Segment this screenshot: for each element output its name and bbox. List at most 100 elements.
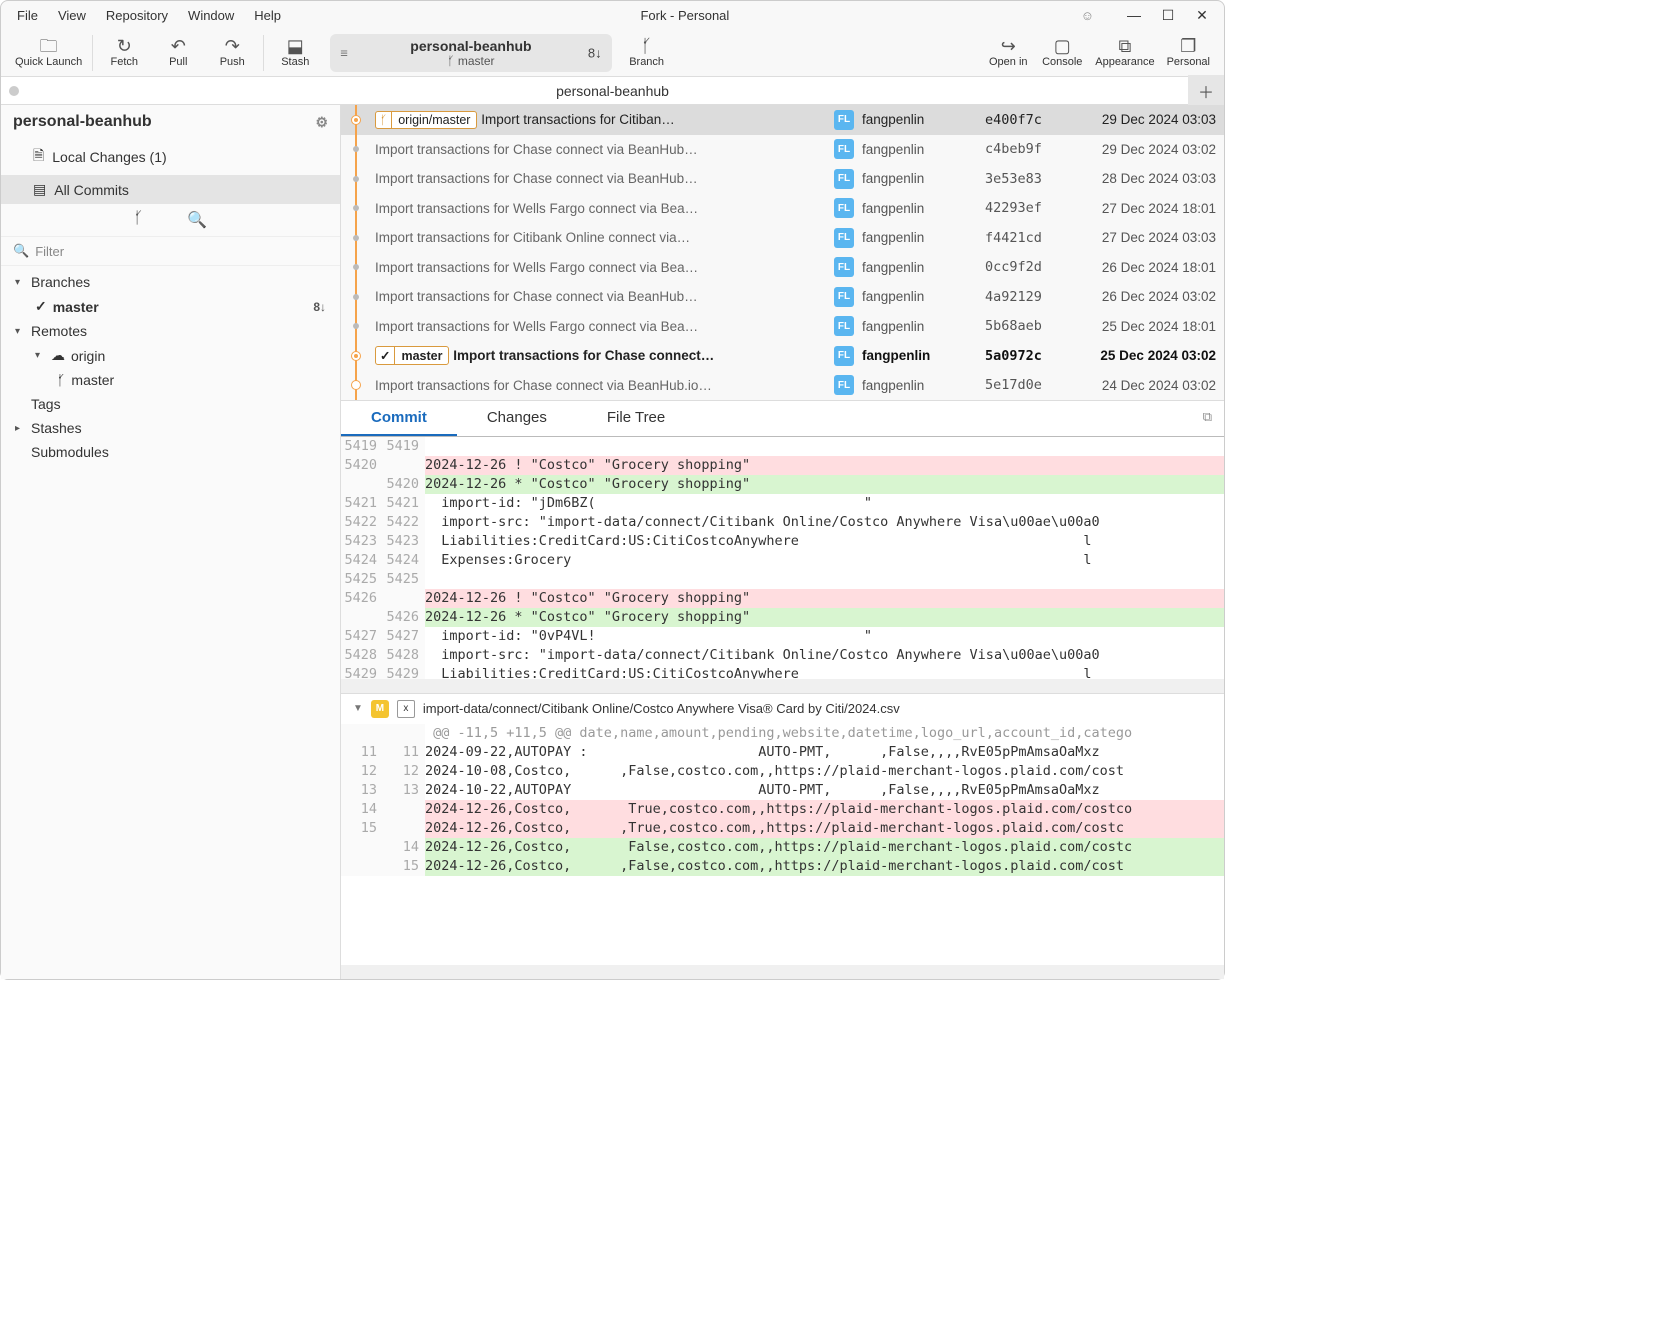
menu-icon: ≡: [340, 45, 348, 60]
commit-date: 25 Dec 2024 03:02: [1071, 348, 1216, 363]
commit-row[interactable]: Import transactions for Wells Fargo conn…: [341, 194, 1224, 224]
commit-row[interactable]: Import transactions for Wells Fargo conn…: [341, 312, 1224, 342]
commit-row[interactable]: ✓master Import transactions for Chase co…: [341, 341, 1224, 371]
branch-icon: ᚶ: [641, 37, 652, 55]
diff-line: 142024-12-26,Costco, False,costco.com,,h…: [341, 838, 1224, 857]
sidebar-all-commits[interactable]: ▤ All Commits: [1, 175, 340, 204]
commit-author: fangpenlin: [862, 171, 977, 186]
diff-line: 142024-12-26,Costco, True,costco.com,,ht…: [341, 800, 1224, 819]
folder-icon: 🗀: [40, 37, 58, 55]
filter-input[interactable]: Filter: [35, 244, 64, 259]
new-tab-button[interactable]: ＋: [1188, 75, 1224, 107]
repo-name: personal-beanhub: [410, 38, 531, 54]
cloud-icon: ☁: [51, 347, 65, 364]
avatar: FL: [834, 257, 854, 277]
avatar: FL: [834, 287, 854, 307]
tree-stashes[interactable]: ▸Stashes: [1, 416, 340, 440]
commit-author: fangpenlin: [862, 201, 977, 216]
open-in-icon: ↪: [1001, 37, 1016, 55]
commit-hash: 4a92129: [985, 289, 1063, 305]
commit-message: Import transactions for Wells Fargo conn…: [375, 319, 826, 334]
avatar: FL: [834, 139, 854, 159]
close-button[interactable]: ✕: [1188, 7, 1216, 24]
branch-badge: ✓master: [375, 346, 449, 365]
commit-row[interactable]: Import transactions for Chase connect vi…: [341, 164, 1224, 194]
personal-button[interactable]: ❐Personal: [1161, 35, 1216, 70]
commit-row[interactable]: ᚶorigin/master Import transactions for C…: [341, 105, 1224, 135]
diff-view-2[interactable]: @@ -11,5 +11,5 @@ date,name,amount,pendi…: [341, 724, 1224, 966]
diff-view[interactable]: 5419541954202024-12-26 ! "Costco" "Groce…: [341, 437, 1224, 679]
commit-row[interactable]: Import transactions for Chase connect vi…: [341, 371, 1224, 401]
gear-icon[interactable]: ⚙: [315, 114, 328, 131]
commit-message: Import transactions for Chase connect vi…: [375, 289, 826, 304]
stack-icon: ▤: [33, 181, 46, 198]
detail-tab-file-tree[interactable]: File Tree: [577, 401, 695, 436]
stash-button[interactable]: ⬓Stash: [268, 35, 322, 70]
file-path: import-data/connect/Citibank Online/Cost…: [423, 701, 900, 716]
diff-line: 54262024-12-26 * "Costco" "Grocery shopp…: [341, 608, 1224, 627]
detail-tab-changes[interactable]: Changes: [457, 401, 577, 436]
open-in-button[interactable]: ↪Open in: [981, 35, 1035, 70]
detail-tab-commit[interactable]: Commit: [341, 401, 457, 436]
tab-name[interactable]: personal-beanhub: [556, 83, 669, 99]
spreadsheet-icon: x: [397, 700, 415, 718]
diff-line: 54285428 import-src: "import-data/connec…: [341, 646, 1224, 665]
commit-message: ✓master Import transactions for Chase co…: [375, 346, 826, 365]
menu-view[interactable]: View: [50, 4, 94, 27]
commit-date: 28 Dec 2024 03:03: [1071, 171, 1216, 186]
commit-author: fangpenlin: [862, 230, 977, 245]
tree-tags[interactable]: ▾Tags: [1, 392, 340, 416]
maximize-button[interactable]: ☐: [1154, 7, 1182, 24]
minimize-button[interactable]: —: [1120, 7, 1148, 23]
branch-button[interactable]: ᚶBranch: [620, 35, 674, 70]
commit-message: Import transactions for Wells Fargo conn…: [375, 201, 826, 216]
sidebar-local-changes[interactable]: 🗎 Local Changes (1): [1, 139, 340, 175]
console-button[interactable]: ▢Console: [1035, 35, 1089, 70]
diff-line: 54195419: [341, 437, 1224, 456]
diff-line: 54262024-12-26 ! "Costco" "Grocery shopp…: [341, 589, 1224, 608]
diff-line: 11112024-09-22,AUTOPAY : AUTO-PMT, ,Fals…: [341, 743, 1224, 762]
commit-message: Import transactions for Chase connect vi…: [375, 142, 826, 157]
commit-row[interactable]: Import transactions for Chase connect vi…: [341, 135, 1224, 165]
tree-branch-master[interactable]: ✓master8↓: [1, 294, 340, 319]
avatar: FL: [834, 316, 854, 336]
commit-date: 24 Dec 2024 03:02: [1071, 378, 1216, 393]
tree-remotes[interactable]: ▾Remotes: [1, 319, 340, 343]
commit-author: fangpenlin: [862, 378, 977, 393]
fetch-button[interactable]: ↻Fetch: [97, 35, 151, 70]
search-icon[interactable]: 🔍: [187, 210, 207, 230]
menu-file[interactable]: File: [9, 4, 46, 27]
commit-date: 29 Dec 2024 03:03: [1071, 112, 1216, 127]
popout-icon[interactable]: ⧉: [1191, 401, 1224, 436]
appearance-icon: ⧉: [1118, 37, 1131, 55]
push-button[interactable]: ↷Push: [205, 35, 259, 70]
tree-remote-master[interactable]: ᚶmaster: [1, 368, 340, 392]
commit-row[interactable]: Import transactions for Citibank Online …: [341, 223, 1224, 253]
tree-submodules[interactable]: ▾Submodules: [1, 440, 340, 464]
quick-launch-button[interactable]: 🗀Quick Launch: [9, 35, 88, 70]
commit-list[interactable]: ᚶorigin/master Import transactions for C…: [341, 105, 1224, 400]
horizontal-scrollbar-2[interactable]: [341, 965, 1224, 979]
menu-repository[interactable]: Repository: [98, 4, 176, 27]
tree-branches[interactable]: ▾Branches: [1, 270, 340, 294]
branch-view-icon[interactable]: ᚶ: [134, 210, 144, 230]
commit-message: Import transactions for Chase connect vi…: [375, 171, 826, 186]
emoji-icon[interactable]: ☺: [1081, 8, 1094, 23]
commit-date: 26 Dec 2024 18:01: [1071, 260, 1216, 275]
tab-dot: [9, 86, 19, 96]
commit-row[interactable]: Import transactions for Wells Fargo conn…: [341, 253, 1224, 283]
horizontal-scrollbar[interactable]: [341, 679, 1224, 693]
repo-selector[interactable]: ≡ personal-beanhub ᚶ master 8↓: [330, 34, 611, 72]
sidebar-repo-name: personal-beanhub: [13, 113, 152, 131]
commit-row[interactable]: Import transactions for Chase connect vi…: [341, 282, 1224, 312]
file-header[interactable]: ▼ M x import-data/connect/Citibank Onlin…: [341, 693, 1224, 724]
commit-hash: c4beb9f: [985, 141, 1063, 157]
appearance-button[interactable]: ⧉Appearance: [1089, 35, 1160, 70]
commit-date: 27 Dec 2024 03:03: [1071, 230, 1216, 245]
menu-help[interactable]: Help: [246, 4, 289, 27]
menubar: File View Repository Window Help: [9, 4, 289, 27]
commit-author: fangpenlin: [862, 319, 977, 334]
tree-remote-origin[interactable]: ▾☁origin: [1, 343, 340, 368]
pull-button[interactable]: ↶Pull: [151, 35, 205, 70]
menu-window[interactable]: Window: [180, 4, 242, 27]
